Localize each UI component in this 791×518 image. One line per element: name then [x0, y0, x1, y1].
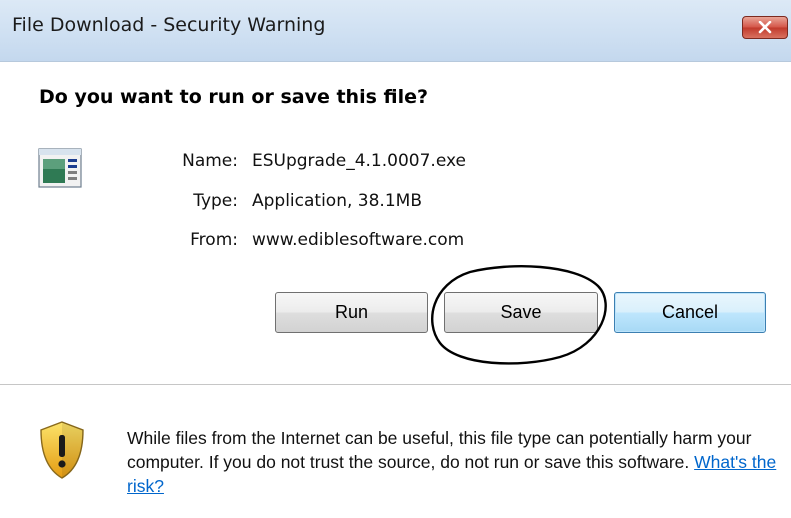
close-icon [758, 21, 772, 34]
cancel-button[interactable]: Cancel [614, 292, 766, 333]
save-button[interactable]: Save [444, 292, 598, 333]
type-value: Application, 38.1MB [252, 191, 422, 211]
security-warning-text: While files from the Internet can be use… [127, 426, 777, 498]
dialog-heading: Do you want to run or save this file? [39, 86, 429, 108]
window-title: File Download - Security Warning [12, 14, 326, 36]
title-bar[interactable]: File Download - Security Warning [0, 0, 791, 62]
type-label: Type: [193, 191, 238, 211]
from-label: From: [190, 230, 238, 250]
name-label: Name: [182, 151, 238, 171]
application-file-icon [38, 148, 82, 192]
from-value: www.ediblesoftware.com [252, 230, 465, 250]
name-value: ESUpgrade_4.1.0007.exe [252, 151, 466, 171]
close-button[interactable] [742, 16, 788, 39]
run-button[interactable]: Run [275, 292, 428, 333]
warning-message: While files from the Internet can be use… [127, 428, 752, 472]
warning-shield-icon [38, 420, 86, 484]
